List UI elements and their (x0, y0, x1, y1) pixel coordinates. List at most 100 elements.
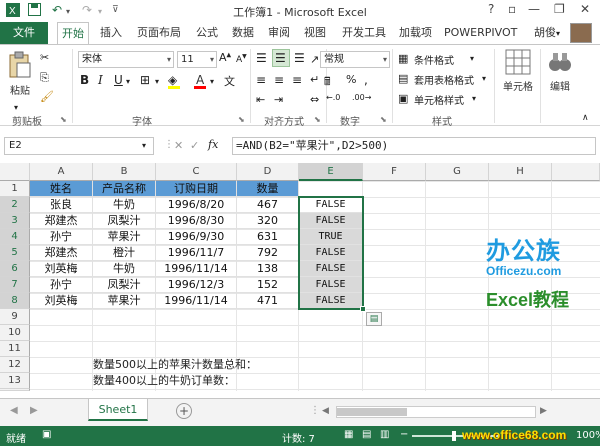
row-header[interactable]: 4 (0, 229, 30, 245)
align-top-icon[interactable]: ☰ (256, 51, 267, 65)
col-header-i[interactable] (552, 163, 600, 181)
row-header[interactable]: 6 (0, 261, 30, 277)
tab-addins[interactable]: 加载项 (399, 22, 432, 44)
number-format-select[interactable]: 常规 ▾ (320, 51, 390, 68)
conditional-format-dropdown-icon[interactable]: ▾ (470, 54, 474, 63)
header-cell-name[interactable]: 姓名 (30, 181, 93, 197)
cell-styles-button[interactable]: 单元格样式 (414, 92, 464, 107)
align-bottom-icon[interactable]: ☰ (294, 51, 305, 65)
note-milk-count[interactable]: 数量400以上的牛奶订单数： (93, 373, 235, 389)
scroll-sheets-left-icon[interactable]: ◀ (10, 405, 18, 416)
zoom-level[interactable]: 100% (576, 430, 600, 441)
copy-icon[interactable]: ⎘ (40, 71, 49, 85)
table-cell[interactable]: 1996/11/14 (156, 261, 237, 277)
cell-styles-icon[interactable]: ▣ (398, 92, 408, 105)
comma-style-icon[interactable]: , (364, 73, 368, 87)
align-left-icon[interactable]: ≡ (256, 73, 266, 87)
decrease-indent-icon[interactable]: ⇤ (256, 93, 265, 106)
col-header-d[interactable]: D (237, 163, 299, 181)
tab-view[interactable]: 视图 (304, 22, 326, 44)
editing-button[interactable]: 编辑 (544, 49, 576, 93)
percent-icon[interactable]: % (346, 73, 356, 86)
table-cell[interactable]: 刘英梅 (30, 293, 93, 309)
col-header-c[interactable]: C (156, 163, 237, 181)
conditional-format-icon[interactable]: ▦ (398, 52, 408, 65)
select-all-corner[interactable] (0, 163, 30, 181)
decrease-decimal-icon[interactable]: .00→ (352, 93, 371, 102)
col-header-g[interactable]: G (426, 163, 489, 181)
border-dropdown-icon[interactable]: ▾ (155, 77, 159, 86)
clipboard-launcher-icon[interactable]: ⬊ (60, 115, 67, 124)
row-header[interactable]: 11 (0, 341, 30, 357)
number-launcher-icon[interactable]: ⬊ (380, 115, 387, 124)
table-cell[interactable]: 792 (237, 245, 299, 261)
merge-center-icon[interactable]: ⇔ (310, 93, 319, 106)
table-cell[interactable]: 橙汁 (93, 245, 156, 261)
horizontal-scrollbar[interactable] (336, 406, 536, 418)
table-cell[interactable]: 牛奶 (93, 197, 156, 213)
table-cell[interactable]: 1996/12/3 (156, 277, 237, 293)
col-header-e[interactable]: E (299, 163, 363, 181)
row-header[interactable]: 7 (0, 277, 30, 293)
align-right-icon[interactable]: ≡ (292, 73, 302, 87)
table-cell[interactable]: 郑建杰 (30, 213, 93, 229)
table-cell[interactable]: 1996/8/30 (156, 213, 237, 229)
table-cell[interactable]: 467 (237, 197, 299, 213)
ribbon-display-icon[interactable]: ▫ (508, 2, 516, 16)
col-header-b[interactable]: B (93, 163, 156, 181)
wrap-text-icon[interactable]: ↵ (310, 73, 319, 86)
page-layout-view-icon[interactable]: ▤ (362, 429, 371, 440)
header-cell-qty[interactable]: 数量 (237, 181, 299, 197)
table-cell[interactable]: 张良 (30, 197, 93, 213)
cells-button[interactable]: 单元格 (498, 49, 538, 93)
collapse-ribbon-icon[interactable]: ∧ (582, 113, 589, 123)
fill-color-icon[interactable]: ◈ (168, 73, 177, 87)
tab-page-layout[interactable]: 页面布局 (137, 22, 181, 44)
row-header[interactable]: 5 (0, 245, 30, 261)
macro-record-icon[interactable]: ▣ (42, 429, 51, 440)
table-cell[interactable]: 孙宁 (30, 229, 93, 245)
increase-decimal-icon[interactable]: ←.0 (326, 93, 340, 102)
row-header[interactable] (0, 389, 30, 391)
underline-icon[interactable]: U (114, 73, 123, 87)
tab-powerpivot[interactable]: POWERPIVOT (444, 22, 517, 44)
font-name-select[interactable]: 宋体 ▾ (78, 51, 174, 68)
table-cell[interactable]: 凤梨汁 (93, 213, 156, 229)
table-cell[interactable]: 苹果汁 (93, 229, 156, 245)
tab-developer[interactable]: 开发工具 (342, 22, 386, 44)
table-cell[interactable]: 631 (237, 229, 299, 245)
font-color-dropdown-icon[interactable]: ▾ (210, 77, 214, 86)
table-cell[interactable]: 1996/9/30 (156, 229, 237, 245)
border-icon[interactable]: ⊞ (140, 73, 150, 87)
font-launcher-icon[interactable]: ⬊ (238, 115, 245, 124)
table-cell[interactable]: 孙宁 (30, 277, 93, 293)
tab-insert[interactable]: 插入 (100, 22, 122, 44)
tab-split-icon[interactable]: ⋮ (310, 405, 320, 416)
col-header-a[interactable]: A (30, 163, 93, 181)
table-cell[interactable]: 1996/11/14 (156, 293, 237, 309)
font-size-select[interactable]: 11 ▾ (177, 51, 217, 68)
align-center-icon[interactable]: ≡ (274, 73, 284, 87)
cell-styles-dropdown-icon[interactable]: ▾ (472, 94, 476, 103)
format-as-table-dropdown-icon[interactable]: ▾ (482, 74, 486, 83)
user-dropdown-icon[interactable]: ▾ (556, 29, 560, 38)
font-grow-icon[interactable]: A▲ (219, 51, 231, 64)
sheet-tab-sheet1[interactable]: Sheet1 (88, 399, 148, 421)
user-name[interactable]: 胡俊 (534, 22, 556, 44)
note-apple-juice-sum[interactable]: 数量500以上的苹果汁数量总和： (93, 357, 257, 373)
col-header-h[interactable]: H (489, 163, 552, 181)
name-box[interactable]: E2 (4, 137, 154, 155)
add-sheet-button[interactable]: + (176, 403, 192, 419)
name-box-dropdown-icon[interactable]: ▾ (142, 141, 146, 150)
paste-dropdown-icon[interactable]: ▾ (14, 103, 18, 112)
table-cell[interactable]: 152 (237, 277, 299, 293)
phonetic-icon[interactable]: 文 (224, 73, 235, 89)
scroll-sheets-right-icon[interactable]: ▶ (30, 405, 38, 416)
table-cell[interactable]: 1996/8/20 (156, 197, 237, 213)
enter-icon[interactable]: ✓ (190, 139, 199, 152)
increase-indent-icon[interactable]: ⇥ (274, 93, 283, 106)
font-shrink-icon[interactable]: A▼ (236, 53, 247, 65)
paste-button[interactable]: 粘贴 (6, 51, 34, 97)
tab-data[interactable]: 数据 (232, 22, 254, 44)
avatar[interactable] (570, 23, 592, 43)
